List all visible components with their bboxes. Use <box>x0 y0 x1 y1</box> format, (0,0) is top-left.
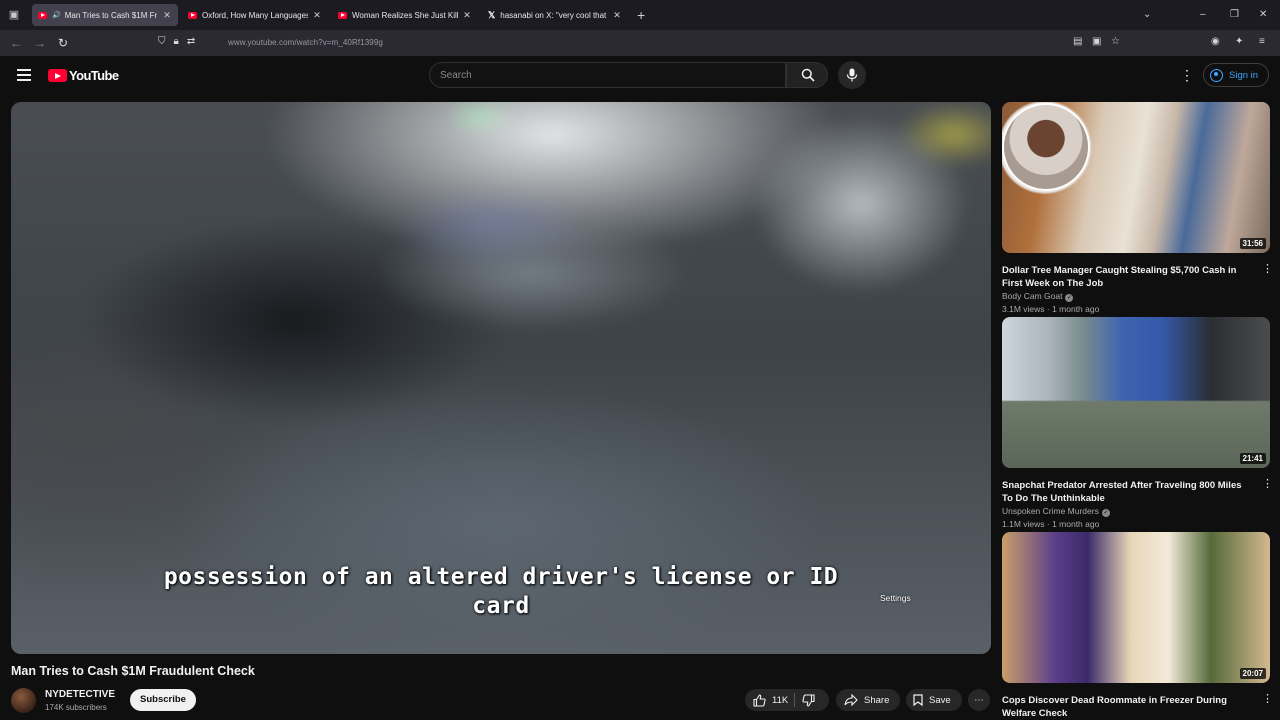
close-window-icon[interactable]: ✕ <box>1259 8 1267 22</box>
duration-badge: 31:56 <box>1239 238 1266 249</box>
recommendation-menu-icon[interactable]: ⋮ <box>1262 262 1273 275</box>
duration-badge: 20:07 <box>1239 668 1266 679</box>
bookmark-star-icon[interactable]: ☆ <box>1111 36 1120 47</box>
recommendation-meta: 3.1M views · 1 month ago <box>1002 304 1100 314</box>
verified-check-icon: ✓ <box>1065 294 1074 302</box>
url-security-icons: ⛉ 🔒︎ ⇄ <box>158 36 195 47</box>
extensions-icon[interactable]: ✦ <box>1235 36 1243 47</box>
save-button[interactable]: Save <box>906 689 962 711</box>
share-arrow-icon <box>844 694 858 706</box>
share-label: Share <box>864 694 890 706</box>
reload-icon[interactable]: ↻ <box>58 35 68 51</box>
youtube-masthead: YouTube Search ⋮ Sign in <box>0 56 1280 96</box>
search-placeholder: Search <box>440 70 472 81</box>
close-tab-icon[interactable]: ✕ <box>312 10 322 21</box>
verified-check-icon: ✓ <box>1101 509 1110 517</box>
search-button[interactable] <box>786 62 828 88</box>
youtube-play-icon <box>48 69 67 82</box>
recommendation-meta: 1.1M views · 1 month ago <box>1002 519 1100 529</box>
sign-in-button[interactable]: Sign in <box>1203 63 1269 87</box>
bookmark-icon <box>913 694 923 706</box>
picture-in-picture-icon[interactable]: ▣ <box>1092 36 1101 47</box>
tab-title: Oxford, How Many Languages I <box>202 10 308 20</box>
tab-overflow-chevron-icon[interactable]: ⌄ <box>1143 8 1151 22</box>
close-tab-icon[interactable]: ✕ <box>612 10 622 21</box>
microphone-icon <box>846 68 858 82</box>
account-icon[interactable]: ◉ <box>1211 36 1220 47</box>
recommendation-channel[interactable]: Body Cam Goat ✓ <box>1002 291 1074 302</box>
channel-avatar[interactable] <box>11 688 36 713</box>
channel-name[interactable]: NYDETECTIVE <box>45 689 115 700</box>
browser-tab-4[interactable]: 𝕏 hasanabi on X: "very cool that e ✕ <box>482 4 628 26</box>
like-count: 11K <box>772 694 789 706</box>
save-label: Save <box>929 694 951 706</box>
minimize-icon[interactable]: – <box>1200 8 1206 22</box>
permissions-icon[interactable]: ⇄ <box>187 36 195 47</box>
address-bar[interactable]: www.youtube.com/watch?v=m_40Rf1399g <box>228 38 383 47</box>
tab-title: hasanabi on X: "very cool that e <box>500 10 608 20</box>
subscribe-button[interactable]: Subscribe <box>130 689 196 711</box>
browser-tab-1[interactable]: 🔊 Man Tries to Cash $1M Fr ✕ <box>32 4 178 26</box>
browser-tab-2[interactable]: Oxford, How Many Languages I ✕ <box>182 4 328 26</box>
sign-in-label: Sign in <box>1229 69 1259 81</box>
video-thumbnail[interactable]: 31:56 <box>1002 102 1270 253</box>
speaker-icon[interactable]: 🔊 <box>52 11 61 19</box>
recommendation-title[interactable]: Snapchat Predator Arrested After Traveli… <box>1002 479 1254 505</box>
menu-icon[interactable]: ≡ <box>1259 36 1265 47</box>
restore-icon[interactable]: ❐ <box>1230 8 1239 22</box>
caption-line-1: possession of an altered driver's licens… <box>163 564 839 590</box>
browser-tab-3[interactable]: Woman Realizes She Just Killed ✕ <box>332 4 478 26</box>
recommendation-title[interactable]: Dollar Tree Manager Caught Stealing $5,7… <box>1002 264 1254 290</box>
thumbs-down-icon <box>802 693 815 707</box>
reader-view-icon[interactable]: ▤ <box>1073 36 1082 47</box>
guide-menu-icon[interactable] <box>17 69 31 84</box>
x-favicon-icon: 𝕏 <box>488 9 496 20</box>
youtube-favicon-icon <box>38 11 47 19</box>
recommendation-menu-icon[interactable]: ⋮ <box>1262 692 1273 705</box>
search-icon <box>801 68 815 82</box>
youtube-favicon-icon <box>188 11 197 19</box>
like-button[interactable]: 11K <box>745 689 788 711</box>
video-title: Man Tries to Cash $1M Fraudulent Check <box>11 664 255 678</box>
new-tab-icon[interactable]: + <box>637 7 645 23</box>
caption-line-2: card <box>472 593 530 619</box>
browser-nav-bar: ← → ↻ ⛉ 🔒︎ ⇄ www.youtube.com/watch?v=m_4… <box>0 30 1280 56</box>
shield-icon[interactable]: ⛉ <box>158 36 166 47</box>
back-icon[interactable]: ← <box>10 35 22 51</box>
account-circle-icon <box>1210 68 1223 82</box>
settings-tooltip: Settings <box>880 593 911 603</box>
video-thumbnail[interactable]: 20:07 <box>1002 532 1270 683</box>
pill-divider <box>794 693 796 707</box>
video-player[interactable]: possession of an altered driver's licens… <box>11 102 991 654</box>
lock-icon[interactable]: 🔒︎ <box>174 36 179 47</box>
close-tab-icon[interactable]: ✕ <box>162 10 172 21</box>
close-tab-icon[interactable]: ✕ <box>462 10 472 21</box>
youtube-logo[interactable]: YouTube <box>48 68 119 83</box>
tab-title: Woman Realizes She Just Killed <box>352 10 458 20</box>
search-input[interactable]: Search <box>429 62 786 88</box>
forward-icon[interactable]: → <box>34 35 46 51</box>
settings-kebab-icon[interactable]: ⋮ <box>1180 67 1194 83</box>
tab-title: Man Tries to Cash $1M Fr <box>64 10 158 20</box>
thumbs-up-icon <box>753 693 766 707</box>
voice-search-button[interactable] <box>838 61 866 89</box>
like-dislike-group: 11K <box>745 689 829 711</box>
recommendation-title[interactable]: Cops Discover Dead Roommate in Freezer D… <box>1002 694 1254 720</box>
channel-label: Body Cam Goat <box>1002 291 1063 301</box>
tab-list-icon[interactable]: ▣ <box>6 7 22 23</box>
recommendation-channel[interactable]: Unspoken Crime Murders ✓ <box>1002 506 1110 517</box>
subscriber-count: 174K subscribers <box>45 703 107 712</box>
video-thumbnail[interactable]: 21:41 <box>1002 317 1270 468</box>
recommendation-menu-icon[interactable]: ⋮ <box>1262 477 1273 490</box>
dislike-button[interactable] <box>802 689 815 711</box>
share-button[interactable]: Share <box>836 689 900 711</box>
logo-text: YouTube <box>69 68 119 83</box>
inset-portrait <box>1002 103 1090 191</box>
youtube-favicon-icon <box>338 11 347 19</box>
more-actions-icon[interactable]: ⋯ <box>968 689 990 711</box>
duration-badge: 21:41 <box>1239 453 1266 464</box>
channel-label: Unspoken Crime Murders <box>1002 506 1099 516</box>
browser-tab-bar: ▣ 🔊 Man Tries to Cash $1M Fr ✕ Oxford, H… <box>0 0 1280 30</box>
